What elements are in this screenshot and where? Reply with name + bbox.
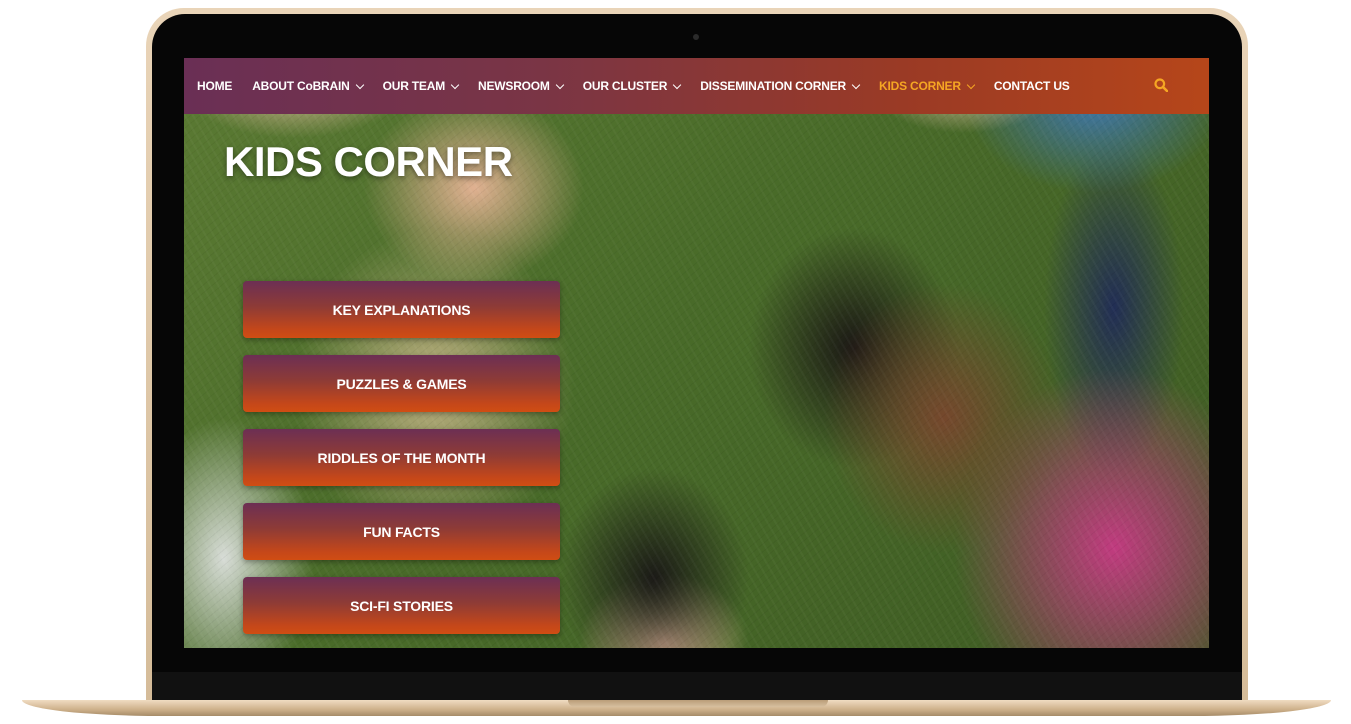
search-icon[interactable] — [1154, 78, 1169, 93]
chevron-down-icon — [672, 80, 682, 90]
riddles-of-the-month-button[interactable]: RIDDLES OF THE MONTH — [243, 429, 560, 486]
chevron-down-icon — [966, 80, 976, 90]
nav-item-home[interactable]: HOME — [197, 79, 232, 93]
nav-item-label: DISSEMINATION CORNER — [700, 79, 846, 93]
nav-item-label: HOME — [197, 79, 233, 93]
nav-menu: HOME ABOUT CoBRAIN OUR TEAM NEWSROOM OUR… — [184, 79, 1090, 93]
fun-facts-button[interactable]: FUN FACTS — [243, 503, 560, 560]
nav-item-about-cobrain[interactable]: ABOUT CoBRAIN — [252, 79, 364, 93]
nav-item-label: OUR CLUSTER — [582, 79, 668, 93]
nav-item-contact-us[interactable]: CONTACT US — [994, 79, 1070, 93]
laptop-base-notch — [568, 700, 828, 707]
nav-item-label: NEWSROOM — [478, 79, 550, 93]
key-explanations-button[interactable]: KEY EXPLANATIONS — [243, 281, 560, 338]
nav-item-our-team[interactable]: OUR TEAM — [382, 79, 460, 93]
sci-fi-stories-button[interactable]: SCI-FI STORIES — [243, 577, 560, 634]
nav-item-label: KIDS CORNER — [879, 79, 961, 93]
nav-item-dissemination-corner[interactable]: DISSEMINATION CORNER — [700, 79, 861, 93]
website-screen: HOME ABOUT CoBRAIN OUR TEAM NEWSROOM OUR… — [184, 58, 1209, 648]
chevron-down-icon — [555, 80, 564, 90]
camera-dot — [693, 34, 699, 40]
nav-item-our-cluster[interactable]: OUR CLUSTER — [582, 79, 682, 93]
puzzles-games-button[interactable]: PUZZLES & GAMES — [243, 355, 560, 412]
chevron-down-icon — [851, 80, 861, 90]
nav-item-kids-corner[interactable]: KIDS CORNER — [879, 79, 976, 93]
main-navigation: HOME ABOUT CoBRAIN OUR TEAM NEWSROOM OUR… — [184, 58, 1209, 114]
nav-item-newsroom[interactable]: NEWSROOM — [478, 79, 564, 93]
nav-item-label: CONTACT US — [993, 79, 1070, 93]
nav-item-label: ABOUT CoBRAIN — [252, 79, 350, 93]
laptop-chin — [152, 672, 1242, 702]
nav-item-label: OUR TEAM — [382, 79, 446, 93]
chevron-down-icon — [450, 80, 460, 90]
page-title: KIDS CORNER — [224, 138, 513, 185]
chevron-down-icon — [355, 80, 364, 90]
